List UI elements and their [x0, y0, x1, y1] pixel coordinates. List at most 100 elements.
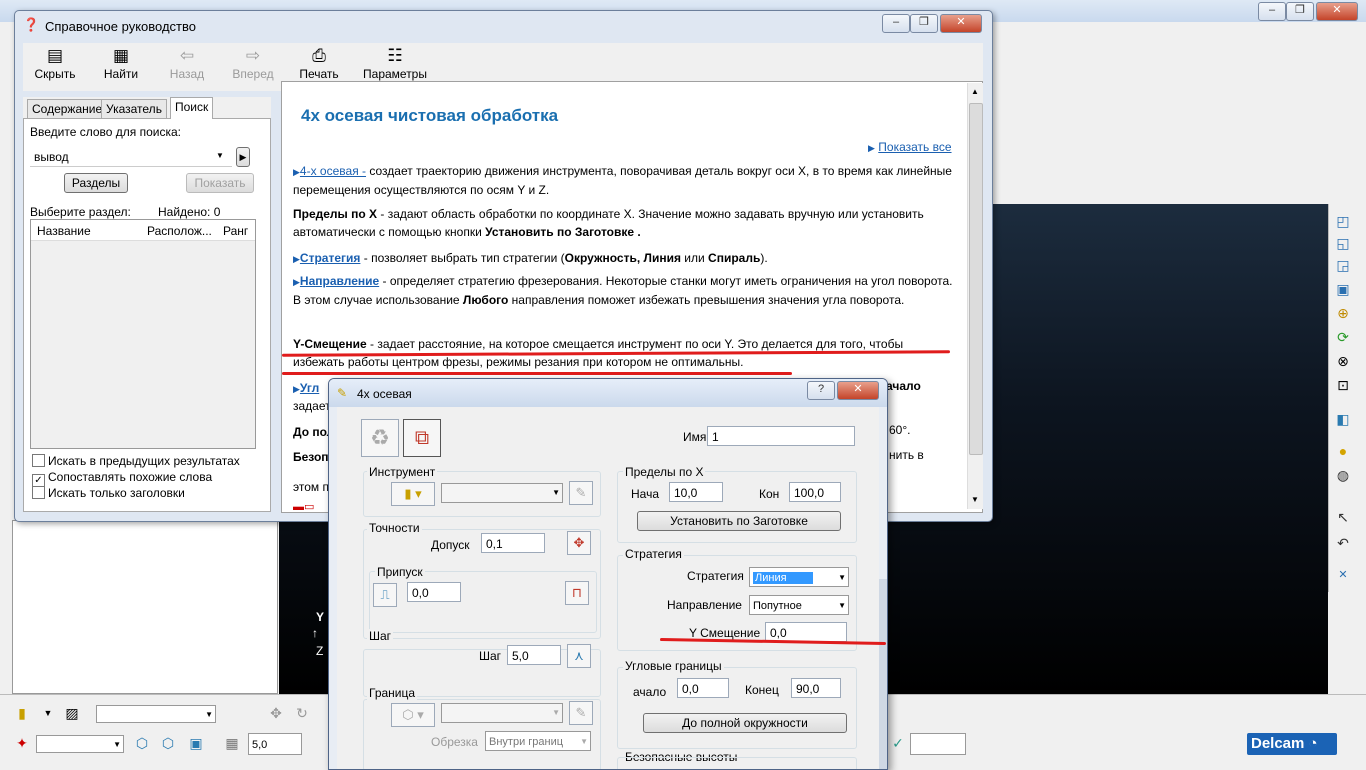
forward-button[interactable]: ⇨ Вперед — [223, 45, 283, 81]
block2-icon[interactable]: ⬡ — [158, 733, 178, 753]
checkbox-box — [32, 454, 45, 467]
xend-field[interactable]: 100,0 — [789, 482, 841, 502]
boundary-combo[interactable]: ▼ — [441, 703, 563, 723]
search-input[interactable]: вывод — [30, 147, 232, 167]
angular-start-field[interactable]: 0,0 — [677, 678, 729, 698]
tool-select-icon[interactable]: ▮ ▾ — [391, 482, 435, 506]
show-button[interactable]: Показать — [186, 173, 254, 193]
zoom-fit-icon[interactable]: ⊗ — [1334, 352, 1352, 370]
app-minimize-button[interactable]: – — [1258, 2, 1286, 21]
dialog-scrollbar[interactable] — [879, 579, 887, 769]
strategy-select[interactable]: Линия ▼ — [749, 567, 849, 587]
column-rank[interactable]: Ранг — [223, 224, 248, 238]
block3-icon[interactable]: ▣ — [186, 733, 206, 753]
scrollbar-thumb[interactable] — [969, 103, 983, 455]
edit-tool-icon[interactable]: ✎ — [569, 481, 593, 505]
help-minimize-button[interactable]: – — [882, 14, 910, 33]
options-button[interactable]: ☷ Параметры — [355, 45, 435, 81]
options-icon: ☷ — [387, 46, 403, 65]
edit-boundary-icon[interactable]: ✎ — [569, 701, 593, 725]
angular-end-field[interactable]: 90,0 — [791, 678, 841, 698]
link-direction[interactable]: Направление — [300, 274, 379, 288]
dialog-help-button[interactable]: ? — [807, 381, 835, 400]
search-go-button[interactable]: ▶ — [236, 147, 250, 167]
xstart-field[interactable]: 10,0 — [669, 482, 723, 502]
view-iso-icon[interactable]: ◰ — [1334, 212, 1352, 230]
globe-icon[interactable]: ◍ — [1334, 466, 1352, 484]
column-name[interactable]: Название — [37, 224, 91, 238]
tab-contents[interactable]: Содержание — [27, 99, 108, 118]
checkbox-previous-results[interactable]: Искать в предыдущих результатах — [32, 454, 240, 468]
shaded-view-icon[interactable]: ◧ — [1334, 410, 1352, 428]
app-maximize-button[interactable]: ❐ — [1286, 2, 1314, 21]
link-4axis[interactable]: 4-х осевая - — [300, 164, 366, 178]
step-field[interactable]: 5,0 — [507, 645, 561, 665]
view-cube-icon[interactable]: ▣ — [1334, 280, 1352, 298]
name-field[interactable]: 1 — [707, 426, 855, 446]
check-icon[interactable]: ✓ — [888, 733, 908, 753]
trim-combo[interactable]: Внутри границ ▼ — [485, 731, 591, 751]
rotate-icon[interactable]: ↻ — [292, 703, 312, 723]
help-close-button[interactable]: ✕ — [940, 14, 982, 33]
search-dropdown-icon[interactable]: ▼ — [216, 151, 224, 160]
find-button[interactable]: ▦ Найти — [91, 45, 151, 81]
dialog-close-button[interactable]: ✕ — [837, 381, 879, 400]
close-toolbar-icon[interactable]: ✕ — [1334, 566, 1352, 584]
allowance-field[interactable]: 0,0 — [407, 582, 461, 602]
undo-select-icon[interactable]: ↶ — [1334, 534, 1352, 552]
move-icon[interactable]: ✥ — [266, 703, 286, 723]
toolbar-combo-2[interactable]: ▼ — [36, 735, 124, 753]
yoffset-field[interactable]: 0,0 — [765, 622, 847, 642]
link-angular[interactable]: Угл — [300, 381, 319, 395]
back-button[interactable]: ⇦ Назад — [157, 45, 217, 81]
tolerance-field[interactable]: 0,1 — [481, 533, 545, 553]
select-cursor-icon[interactable]: ↖ — [1334, 508, 1352, 526]
sections-button[interactable]: Разделы — [64, 173, 128, 193]
scroll-down-icon[interactable]: ▼ — [971, 495, 979, 504]
dialog-title: 4х осевая — [357, 387, 412, 401]
grid-icon[interactable]: ▦ — [222, 733, 242, 753]
set-by-stock-button[interactable]: Установить по Заготовке — [637, 511, 841, 531]
strategy-preview-icon[interactable]: ⧉ — [403, 419, 441, 457]
tool-icon[interactable]: ▮ — [12, 703, 32, 723]
view-front-icon[interactable]: ◱ — [1334, 234, 1352, 252]
pattern-icon[interactable]: ▨ — [62, 703, 82, 723]
checkbox-similar-words[interactable]: ✓ Сопоставлять похожие слова — [32, 470, 212, 487]
show-all-link[interactable]: ▶ Показать все — [868, 140, 952, 154]
print-button[interactable]: ⎙ Печать — [289, 45, 349, 81]
angular-group-label: Угловые границы — [623, 659, 724, 673]
refresh-icon[interactable]: ⟳ — [1334, 328, 1352, 346]
recycle-icon[interactable]: ♻ — [361, 419, 399, 457]
paragraph-strategy: ▶Стратегия - позволяет выбрать тип страт… — [293, 251, 768, 265]
zoom-box-icon[interactable]: ⊡ — [1334, 376, 1352, 394]
column-location[interactable]: Располож... — [147, 224, 212, 238]
workplane-icon[interactable]: ✦ — [12, 733, 32, 753]
results-list[interactable]: Название Располож... Ранг — [30, 219, 256, 449]
help-scrollbar[interactable]: ▲ ▼ — [967, 83, 983, 509]
expand-arrow-icon: ▶ — [293, 384, 300, 394]
tab-search[interactable]: Поиск — [170, 97, 214, 119]
material-icon[interactable]: ● — [1334, 442, 1352, 460]
tolerance-icon[interactable]: ✥ — [567, 531, 591, 555]
hide-button[interactable]: ▤ Скрыть — [25, 45, 85, 81]
toolbar-combo-1[interactable]: ▼ — [96, 705, 216, 723]
checkbox-titles-only[interactable]: Искать только заголовки — [32, 486, 185, 500]
grid-value-field[interactable]: 5,0 — [248, 733, 302, 755]
help-maximize-button[interactable]: ❐ — [910, 14, 938, 33]
allowance-icon[interactable]: ⎍ — [373, 583, 397, 607]
link-strategy[interactable]: Стратегия — [300, 251, 360, 265]
tool-combo[interactable]: ▼ — [441, 483, 563, 503]
scroll-up-icon[interactable]: ▲ — [971, 87, 979, 96]
zoom-icon[interactable]: ⊕ — [1334, 304, 1352, 322]
tab-index[interactable]: Указатель — [101, 99, 167, 118]
component-allowance-icon[interactable]: ⊓ — [565, 581, 589, 605]
full-circle-button[interactable]: До полной окружности — [643, 713, 847, 733]
app-close-button[interactable]: ✕ — [1316, 2, 1358, 21]
view-side-icon[interactable]: ◲ — [1334, 256, 1352, 274]
block-icon[interactable]: ⬡ — [132, 733, 152, 753]
step-icon[interactable]: ⋏ — [567, 644, 591, 668]
direction-select[interactable]: Попутное ▼ — [749, 595, 849, 615]
tool-dropdown-icon[interactable]: ▼ — [38, 703, 58, 723]
back-arrow-icon: ⇦ — [179, 46, 195, 65]
boundary-select-icon[interactable]: ⬡ ▾ — [391, 703, 435, 727]
